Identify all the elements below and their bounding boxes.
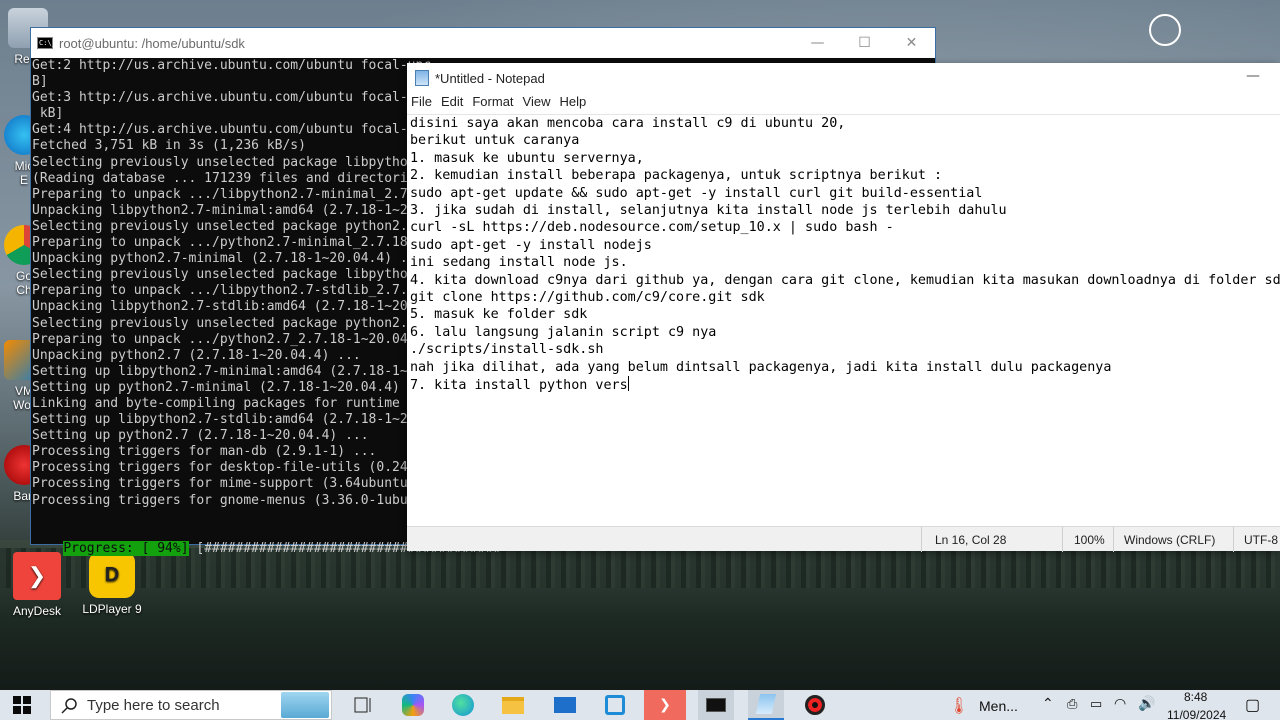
terminal-icon	[706, 698, 726, 712]
weather-label[interactable]: Men...	[979, 698, 1018, 714]
notepad-line: 6. lalu langsung jalanin script c9 nya	[410, 324, 717, 340]
notepad-title: *Untitled - Notepad	[435, 70, 545, 86]
notepad-menubar: File Edit Format View Help	[407, 94, 595, 114]
battery-icon[interactable]: ▭	[1090, 696, 1102, 712]
menu-edit[interactable]: Edit	[441, 94, 463, 114]
notepad-window[interactable]: *Untitled - Notepad — File Edit Format V…	[407, 63, 1280, 552]
search-icon	[61, 698, 77, 714]
terminal-close-button[interactable]: ✕	[888, 28, 935, 58]
clock-time[interactable]: 8:48	[1184, 690, 1207, 704]
notepad-line: curl -sL https://deb.nodesource.com/setu…	[410, 220, 894, 236]
taskbar: Type here to search ❯ 🌡 Men... ⌃ ⎙ ▭ ◠ 🔊…	[0, 690, 1280, 720]
notepad-line: 4. kita download c9nya dari github ya, d…	[410, 272, 1280, 288]
notepad-line: berikut untuk caranya	[410, 133, 580, 149]
taskbar-file-explorer[interactable]	[498, 693, 528, 717]
notepad-line: 3. jika sudah di install, selanjutnya ki…	[410, 203, 1007, 219]
edge-icon	[452, 694, 474, 716]
terminal-icon: C:\_	[37, 37, 56, 49]
terminal-controls: — ☐ ✕	[794, 28, 935, 58]
notepad-line: 7. kita install python vers	[410, 376, 629, 394]
clock-date[interactable]: 11/09/2024	[1167, 708, 1226, 720]
notepad-titlebar[interactable]: *Untitled - Notepad	[407, 63, 1280, 93]
start-button[interactable]	[0, 690, 44, 720]
record-icon	[805, 695, 825, 715]
status-encoding: UTF-8	[1244, 533, 1278, 547]
notepad-line: 2. kemudian install beberapa packagenya,…	[410, 168, 943, 184]
search-placeholder: Type here to search	[87, 696, 220, 714]
taskbar-notepad[interactable]	[748, 690, 784, 720]
menu-format[interactable]: Format	[472, 94, 513, 114]
notepad-text-area[interactable]: disini saya akan mencoba cara install c9…	[407, 114, 1280, 525]
progress-label: Progress: [ 94%]	[63, 541, 189, 556]
notepad-line: nah jika dilihat, ada yang belum dintsal…	[410, 359, 1112, 375]
notepad-icon	[755, 694, 777, 714]
anydesk-icon: ❯	[659, 697, 671, 713]
top-right-overlay-icon[interactable]	[1149, 14, 1181, 46]
menu-view[interactable]: View	[523, 94, 551, 114]
notifications-icon[interactable]: ▢	[1245, 695, 1260, 715]
tray-network-device-icon[interactable]: ⎙	[1067, 696, 1077, 712]
taskbar-store-app[interactable]	[600, 693, 630, 717]
notepad-line: sudo apt-get -y install nodejs	[410, 237, 652, 253]
notepad-line: 5. masuk ke folder sdk	[410, 307, 588, 323]
thermometer-icon: 🌡	[948, 695, 970, 715]
store-icon	[605, 695, 625, 715]
terminal-title: root@ubuntu: /home/ubuntu/sdk	[59, 35, 245, 51]
mail-icon	[554, 697, 576, 713]
folder-icon	[502, 696, 524, 714]
taskbar-anydesk[interactable]: ❯	[644, 690, 686, 720]
menu-help[interactable]: Help	[559, 94, 586, 114]
notepad-line: git clone https://github.com/c9/core.git…	[410, 290, 765, 306]
notepad-line: sudo apt-get update && sudo apt-get -y i…	[410, 185, 983, 201]
notepad-minimize-button[interactable]: —	[1246, 68, 1260, 84]
status-zoom: 100%	[1074, 533, 1105, 547]
notepad-line: 1. masuk ke ubuntu servernya,	[410, 150, 644, 166]
status-line-ending: Windows (CRLF)	[1124, 533, 1216, 547]
wifi-icon[interactable]: ◠	[1114, 695, 1126, 712]
notepad-line: ./scripts/install-sdk.sh	[410, 342, 604, 358]
taskbar-terminal[interactable]	[698, 690, 734, 720]
task-view-icon	[354, 697, 371, 713]
notepad-line: disini saya akan mencoba cara install c9…	[410, 116, 846, 131]
notepad-statusbar: Ln 16, Col 28 100% Windows (CRLF) UTF-8	[407, 526, 1280, 552]
taskbar-recorder[interactable]	[800, 693, 830, 717]
taskbar-mail[interactable]	[550, 693, 580, 717]
status-cursor-position: Ln 16, Col 28	[935, 533, 1007, 547]
notepad-line: ini sedang install node js.	[410, 255, 628, 271]
terminal-minimize-button[interactable]: —	[794, 28, 841, 58]
volume-icon[interactable]: 🔊	[1138, 695, 1155, 712]
task-view-button[interactable]	[348, 693, 378, 717]
windows-icon	[13, 696, 31, 714]
search-highlight-image	[281, 692, 329, 718]
text-caret	[627, 376, 629, 392]
terminal-maximize-button[interactable]: ☐	[841, 28, 888, 58]
copilot-icon	[402, 694, 424, 716]
weather-widget-icon[interactable]: 🌡	[944, 693, 974, 717]
taskbar-edge[interactable]	[448, 693, 478, 717]
notepad-icon	[415, 70, 429, 86]
taskbar-search-box[interactable]: Type here to search	[50, 690, 332, 720]
menu-file[interactable]: File	[411, 94, 432, 114]
taskbar-copilot[interactable]	[398, 693, 428, 717]
tray-chevron-icon[interactable]: ⌃	[1042, 695, 1054, 712]
